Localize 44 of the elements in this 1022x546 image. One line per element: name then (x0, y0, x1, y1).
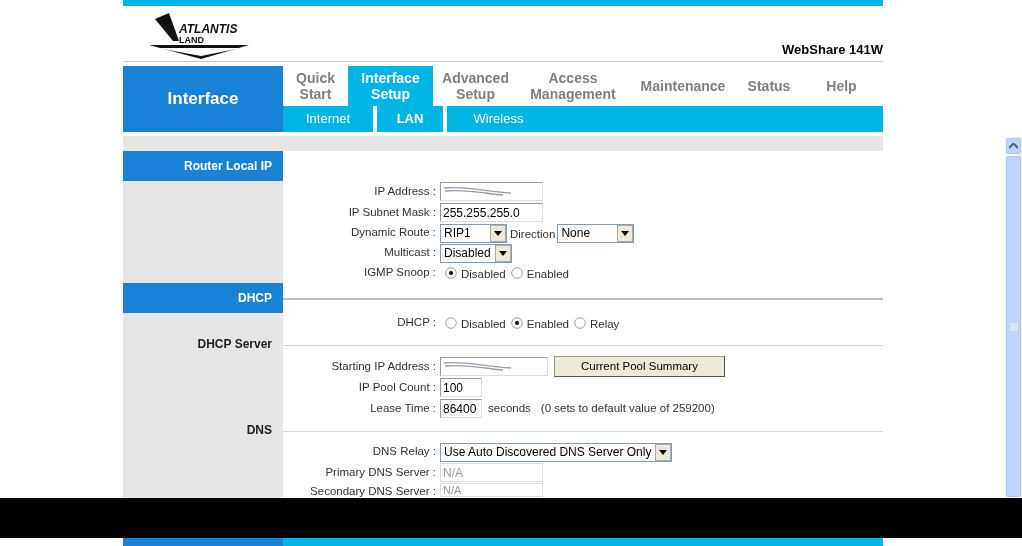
input-field[interactable]: 86400 (440, 399, 482, 418)
dropdown[interactable]: Disabled (440, 243, 512, 263)
radio-button[interactable] (445, 267, 457, 279)
section-title: Interface (123, 66, 283, 132)
radio-button[interactable] (445, 317, 457, 329)
field-label: IP Pool Count : (357, 379, 437, 395)
input-field[interactable]: 255.255.255.0 (440, 203, 543, 222)
dropdown[interactable]: Use Auto Discovered DNS Server Only (440, 442, 673, 462)
input-field[interactable] (440, 357, 548, 376)
unit-label: seconds (488, 400, 531, 416)
field-label: DNS Relay : (371, 444, 437, 460)
section-header: DHCP (123, 283, 283, 313)
radio-button[interactable] (510, 317, 523, 329)
field-label: IP Address : (373, 183, 437, 199)
option-label[interactable]: Disabled (461, 265, 506, 284)
field-label: Secondary DNS Server : (309, 484, 437, 499)
option-label[interactable]: Enabled (526, 265, 569, 284)
scroll-up-button[interactable] (1006, 138, 1021, 154)
dropdown[interactable]: RIP1 (440, 223, 507, 243)
field-label: Starting IP Address : (330, 358, 437, 374)
option-label[interactable]: Disabled (461, 315, 506, 334)
input-field[interactable]: 100 (440, 378, 482, 397)
option-label[interactable]: Relay (589, 315, 620, 334)
field-label: IGMP Snoop : (362, 265, 437, 281)
radio-button[interactable] (510, 267, 523, 279)
section-label: DNS (245, 422, 273, 438)
field-label: Direction (510, 226, 556, 242)
scrollbar-thumb[interactable] (1006, 156, 1021, 497)
product-name: WebShare 141W (782, 40, 883, 59)
brand-logo: ATLANTIS LAND (149, 11, 255, 61)
pool-summary-button[interactable]: Current Pool Summary (554, 356, 725, 377)
section-label: DHCP Server (196, 336, 273, 352)
dropdown[interactable]: None (557, 223, 635, 243)
option-label[interactable]: Enabled (526, 315, 569, 334)
radio-button[interactable] (573, 317, 586, 329)
field-label: IP Subnet Mask : (347, 204, 437, 220)
field-label: Lease Time : (369, 400, 437, 416)
section-header: Router Local IP (123, 151, 283, 181)
hint-text: (0 sets to default value of 259200) (540, 400, 715, 416)
field-label: Dynamic Route : (350, 225, 437, 241)
input-field[interactable] (440, 182, 543, 201)
field-label: Primary DNS Server : (324, 464, 437, 480)
field-label: Multicast : (383, 245, 437, 261)
field-label: DHCP : (396, 315, 437, 331)
